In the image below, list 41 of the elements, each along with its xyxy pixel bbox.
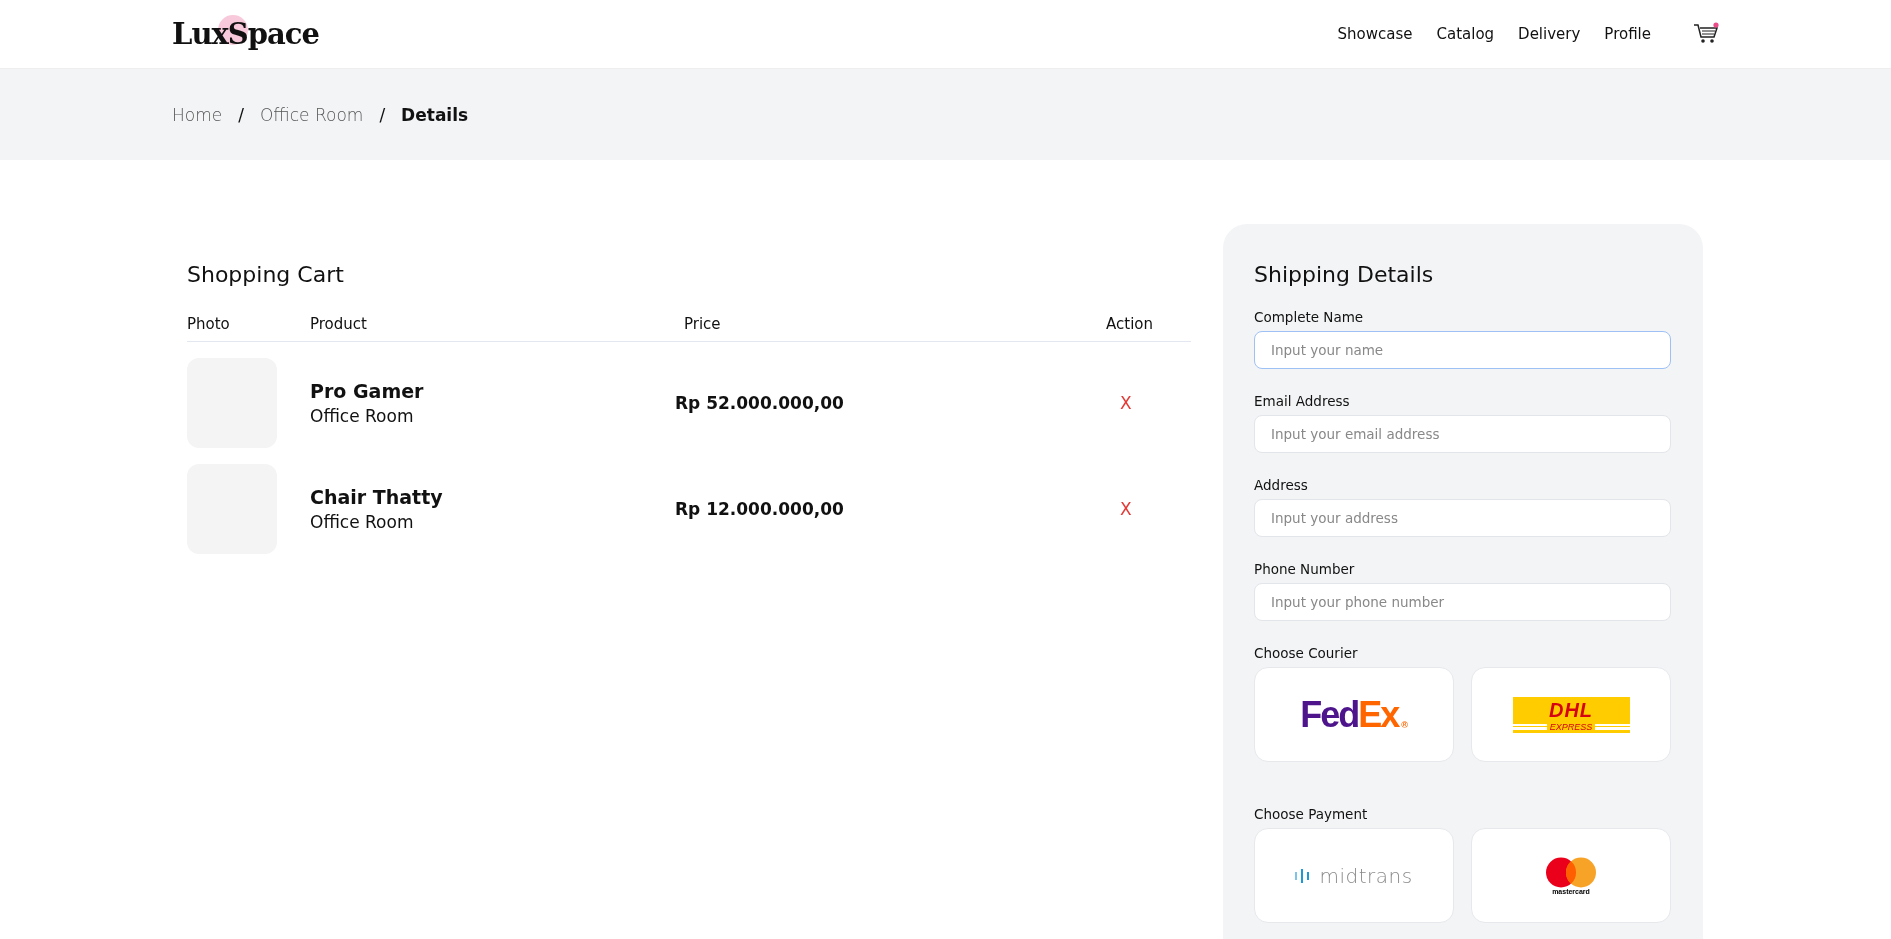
remove-button[interactable]: X [1120,499,1132,519]
nav-link[interactable]: Profile [1604,25,1651,43]
breadcrumb-link[interactable]: Office Room [259,104,364,125]
section-label: Choose Courier [1254,645,1359,661]
column-header: Photo [187,315,231,333]
fedex-logo: FedEx® [1300,693,1408,736]
product-price: Rp 12.000.000,00 [675,499,845,519]
field-label: Email Address [1254,393,1351,409]
input-field[interactable]: Input your address [1254,499,1671,537]
field-label: Phone Number [1254,561,1356,577]
product-category: Office Room [310,406,415,426]
section-label: Choose Payment [1254,806,1369,822]
midtrans-logo: midtrans [1295,863,1413,888]
nav-link[interactable]: Catalog [1436,25,1495,43]
remove-button[interactable]: X [1120,393,1132,413]
product-price: Rp 52.000.000,00 [675,393,845,413]
cart-icon[interactable] [1693,22,1719,46]
luxspace-logo[interactable]: LuxSpace [172,17,319,51]
cart-title: Shopping Cart [187,262,345,287]
product-category: Office Room [310,512,415,532]
field-label: Address [1254,477,1309,493]
courier-option[interactable]: FedEx® [1254,667,1454,762]
field-label: Complete Name [1254,309,1365,325]
input-field[interactable]: Input your email address [1254,415,1671,453]
nav-link[interactable]: Delivery [1518,25,1581,43]
panel-title: Shipping Details [1254,262,1435,287]
product-name: Pro Gamer [310,380,425,402]
breadcrumb-separator: / [379,104,386,125]
column-header: Action [1106,315,1154,333]
courier-option[interactable]: DHL EXPRESS [1471,667,1671,762]
input-field[interactable]: Input your phone number [1254,583,1671,621]
breadcrumb-link[interactable]: Home [172,104,223,125]
column-header: Price [684,315,722,333]
column-header: Product [310,315,368,333]
breadcrumb-separator: / [238,104,244,125]
input-field[interactable]: Input your name [1254,331,1671,369]
product-name: Chair Thatty [310,486,444,508]
dhl-logo: DHL EXPRESS [1512,696,1630,733]
breadcrumb-link[interactable]: Details [401,104,469,125]
nav-link[interactable]: Showcase [1337,25,1413,43]
payment-option[interactable]: midtrans [1254,828,1454,923]
